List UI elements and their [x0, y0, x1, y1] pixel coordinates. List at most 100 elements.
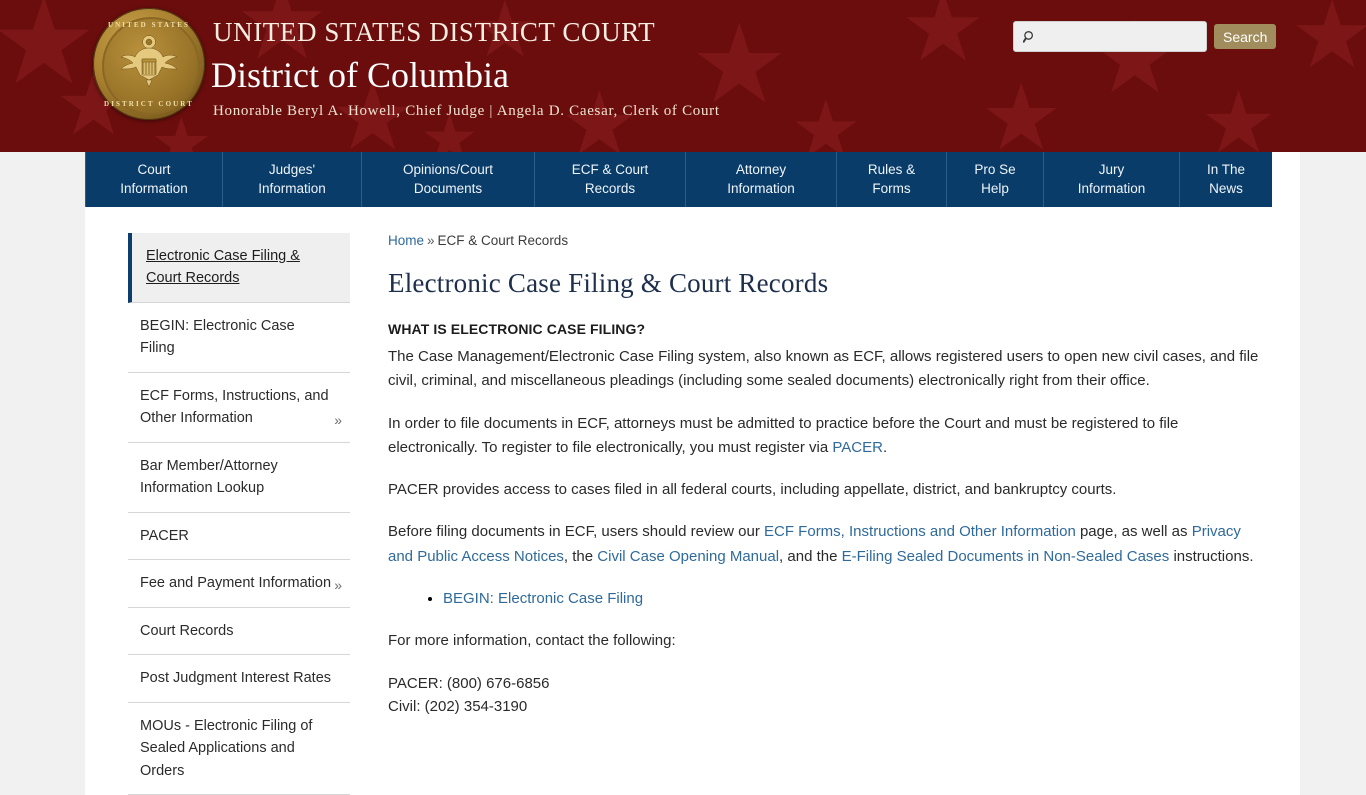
nav-item-text: ECF & Court Records [572, 161, 649, 198]
sidebar-item-electronic-case-filing-court-records[interactable]: Electronic Case Filing & Court Records [128, 233, 350, 303]
nav-item-court[interactable]: Court Information [85, 152, 223, 207]
nav-item-label: Judges' [268, 161, 316, 177]
nav-item-label: Pro Se [974, 161, 1016, 177]
nav-item-label: Court [137, 161, 171, 177]
nav-item-label: Attorney [735, 161, 787, 177]
paragraph-registration-text-a: In order to file documents in ECF, attor… [388, 414, 1179, 456]
chevron-right-icon[interactable]: » [334, 575, 342, 597]
nav-item-judges[interactable]: Judges' Information [223, 152, 362, 207]
before-filing-text-a: Before filing documents in ECF, users sh… [388, 523, 765, 541]
paragraph-what-is-ecf: The Case Management/Electronic Case Fili… [388, 348, 1259, 390]
efiling-sealed-documents-link[interactable]: E-Filing Sealed Documents in Non-Sealed … [842, 548, 1170, 565]
sidebar-item-begin-electronic-case-filing[interactable]: BEGIN: Electronic Case Filing [128, 303, 350, 373]
before-filing-text-e: instructions. [1169, 547, 1254, 565]
nav-item-opinions-court[interactable]: Opinions/Court Documents [362, 152, 535, 207]
nav-item-text: Opinions/Court Documents [403, 161, 493, 198]
nav-item-label: Opinions/Court [402, 161, 494, 177]
search-icon [1023, 30, 1034, 43]
nav-item-text: Pro Se Help [974, 161, 1015, 198]
breadcrumb: Home» ECF & Court Records [388, 233, 1260, 248]
nav-item-pro-se[interactable]: Pro Se Help [947, 152, 1044, 207]
nav-item-text: Rules & Forms [868, 161, 915, 198]
sidebar-item-court-records[interactable]: Court Records [128, 608, 350, 656]
sidebar-item-label: Fee and Payment Information [140, 575, 332, 592]
seal-bottom-text: DISTRICT COURT [104, 100, 194, 108]
nav-item-label-line2: Help [981, 180, 1009, 196]
contact-civil: Civil: (202) 354-3190 [388, 698, 528, 716]
sidebar-item-label: MOUs - Electronic Filing of Sealed Appli… [140, 717, 313, 779]
sidebar-item-mous-electronic-filing-of-sealed-applica[interactable]: MOUs - Electronic Filing of Sealed Appli… [128, 703, 350, 795]
section-heading: WHAT IS ELECTRONIC CASE FILING? [388, 321, 646, 337]
main-navigation: Court Information Judges' Information Opinio… [85, 152, 1272, 207]
nav-item-label-line2: Information [258, 180, 326, 196]
paragraph-pacer-access: PACER provides access to cases filed in … [388, 481, 1117, 499]
begin-ecf-link[interactable]: BEGIN: Electronic Case Filing [443, 590, 643, 607]
main-content: Home» ECF & Court Records Electronic Case… [350, 233, 1300, 795]
sidebar-item-fee-and-payment-information[interactable]: Fee and Payment Information» [128, 560, 350, 608]
paragraph-registration-text-b: . [882, 438, 888, 456]
nav-item-jury[interactable]: Jury Information [1044, 152, 1180, 207]
court-name-heading: UNITED STATES DISTRICT COURT [213, 17, 656, 47]
nav-item-text: Attorney Information [727, 161, 795, 198]
nav-item-attorney[interactable]: Attorney Information [686, 152, 837, 207]
nav-item-label: Rules & [867, 161, 916, 177]
sidebar-item-post-judgment-interest-rates[interactable]: Post Judgment Interest Rates [128, 655, 350, 703]
nav-item-ecf-court[interactable]: ECF & Court Records [535, 152, 686, 207]
chevron-right-icon[interactable]: » [334, 410, 342, 432]
contact-pacer: PACER: (800) 676-6856 [388, 674, 550, 692]
nav-item-label-line2: Records [584, 180, 636, 196]
sidebar-item-label: Post Judgment Interest Rates [140, 670, 332, 687]
paragraph-registration: In order to file documents in ECF, attor… [388, 412, 1260, 461]
sidebar-item-pacer[interactable]: PACER [128, 513, 350, 561]
nav-item-text: Court Information [120, 161, 188, 198]
nav-item-label-line2: News [1209, 180, 1243, 196]
breadcrumb-current: ECF & Court Records [437, 233, 569, 248]
sidebar-item-ecf-forms-instructions-and-other-informa[interactable]: ECF Forms, Instructions, and Other Infor… [128, 373, 350, 443]
search-field-wrapper[interactable] [1013, 21, 1207, 52]
seal-top-text: UNITED STATES [107, 21, 191, 29]
sidebar-menu-list: Electronic Case Filing & Court Records BE… [128, 233, 350, 795]
site-header-banner: ★ ★ ★ ★ ★ ★ ★ ★ ★ ★ ★ ★ ★ ★ ★ UNITED STA… [0, 0, 1366, 152]
sidebar-item-label: Court Records [140, 622, 234, 639]
nav-item-text: Judges' Information [258, 161, 326, 198]
court-officials-line: Honorable Beryl A. Howell, Chief Judge |… [213, 103, 720, 119]
nav-item-text: Jury Information [1078, 161, 1146, 198]
search-input[interactable] [1037, 29, 1195, 44]
nav-item-in-the[interactable]: In The News [1180, 152, 1272, 207]
sidebar-item-label: Electronic Case Filing & Court Records [146, 248, 300, 287]
nav-item-rules[interactable]: Rules & Forms [837, 152, 947, 207]
sidebar-item-label: PACER [140, 527, 189, 544]
civil-case-opening-manual-link[interactable]: Civil Case Opening Manual [597, 548, 779, 565]
sidebar-item-label: Bar Member/Attorney Information Lookup [140, 457, 278, 497]
nav-item-text: In The News [1207, 161, 1245, 198]
sidebar-item-bar-member-attorney-information-lookup[interactable]: Bar Member/Attorney Information Lookup [128, 443, 350, 513]
site-search: Search [1013, 21, 1277, 52]
ecf-forms-link[interactable]: ECF Forms, Instructions and Other Inform… [764, 523, 1076, 540]
sidebar-item-label: ECF Forms, Instructions, and Other Infor… [140, 387, 329, 427]
nav-item-label-line2: Information [1077, 180, 1146, 196]
paragraph-more-information: For more information, contact the follow… [388, 632, 676, 650]
sidebar-navigation: Electronic Case Filing & Court Records BE… [85, 233, 350, 795]
before-filing-text-d: , and the [779, 547, 842, 565]
before-filing-text-b: page, as well as [1075, 523, 1192, 541]
pacer-link[interactable]: PACER [832, 439, 883, 456]
before-filing-text-c: , the [563, 547, 598, 565]
breadcrumb-separator: » [427, 233, 435, 248]
paragraph-before-filing: Before filing documents in ECF, users sh… [388, 520, 1260, 569]
nav-item-label: ECF & Court [571, 161, 649, 177]
banner-content: UNITED STATES DISTRICT COURT UNITED STAT… [85, 0, 1300, 152]
content-columns: Electronic Case Filing & Court Records BE… [85, 207, 1300, 795]
nav-item-label-line2: Information [727, 180, 795, 196]
links-list: BEGIN: Electronic Case Filing [388, 587, 1260, 611]
search-button[interactable]: Search [1214, 24, 1277, 49]
eagle-emblem-icon [120, 35, 178, 88]
nav-item-label-line2: Documents [413, 180, 483, 196]
nav-item-label: In The [1206, 161, 1246, 177]
sidebar-item-label: BEGIN: Electronic Case Filing [140, 317, 295, 357]
list-item: BEGIN: Electronic Case Filing [443, 587, 1260, 611]
page-title: Electronic Case Filing & Court Records [388, 268, 829, 298]
nav-item-label-line2: Forms [872, 180, 911, 196]
nav-item-label-line2: Information [120, 180, 188, 196]
page-container: Court Information Judges' Information Opinio… [85, 152, 1300, 795]
breadcrumb-home-link[interactable]: Home [388, 233, 424, 248]
